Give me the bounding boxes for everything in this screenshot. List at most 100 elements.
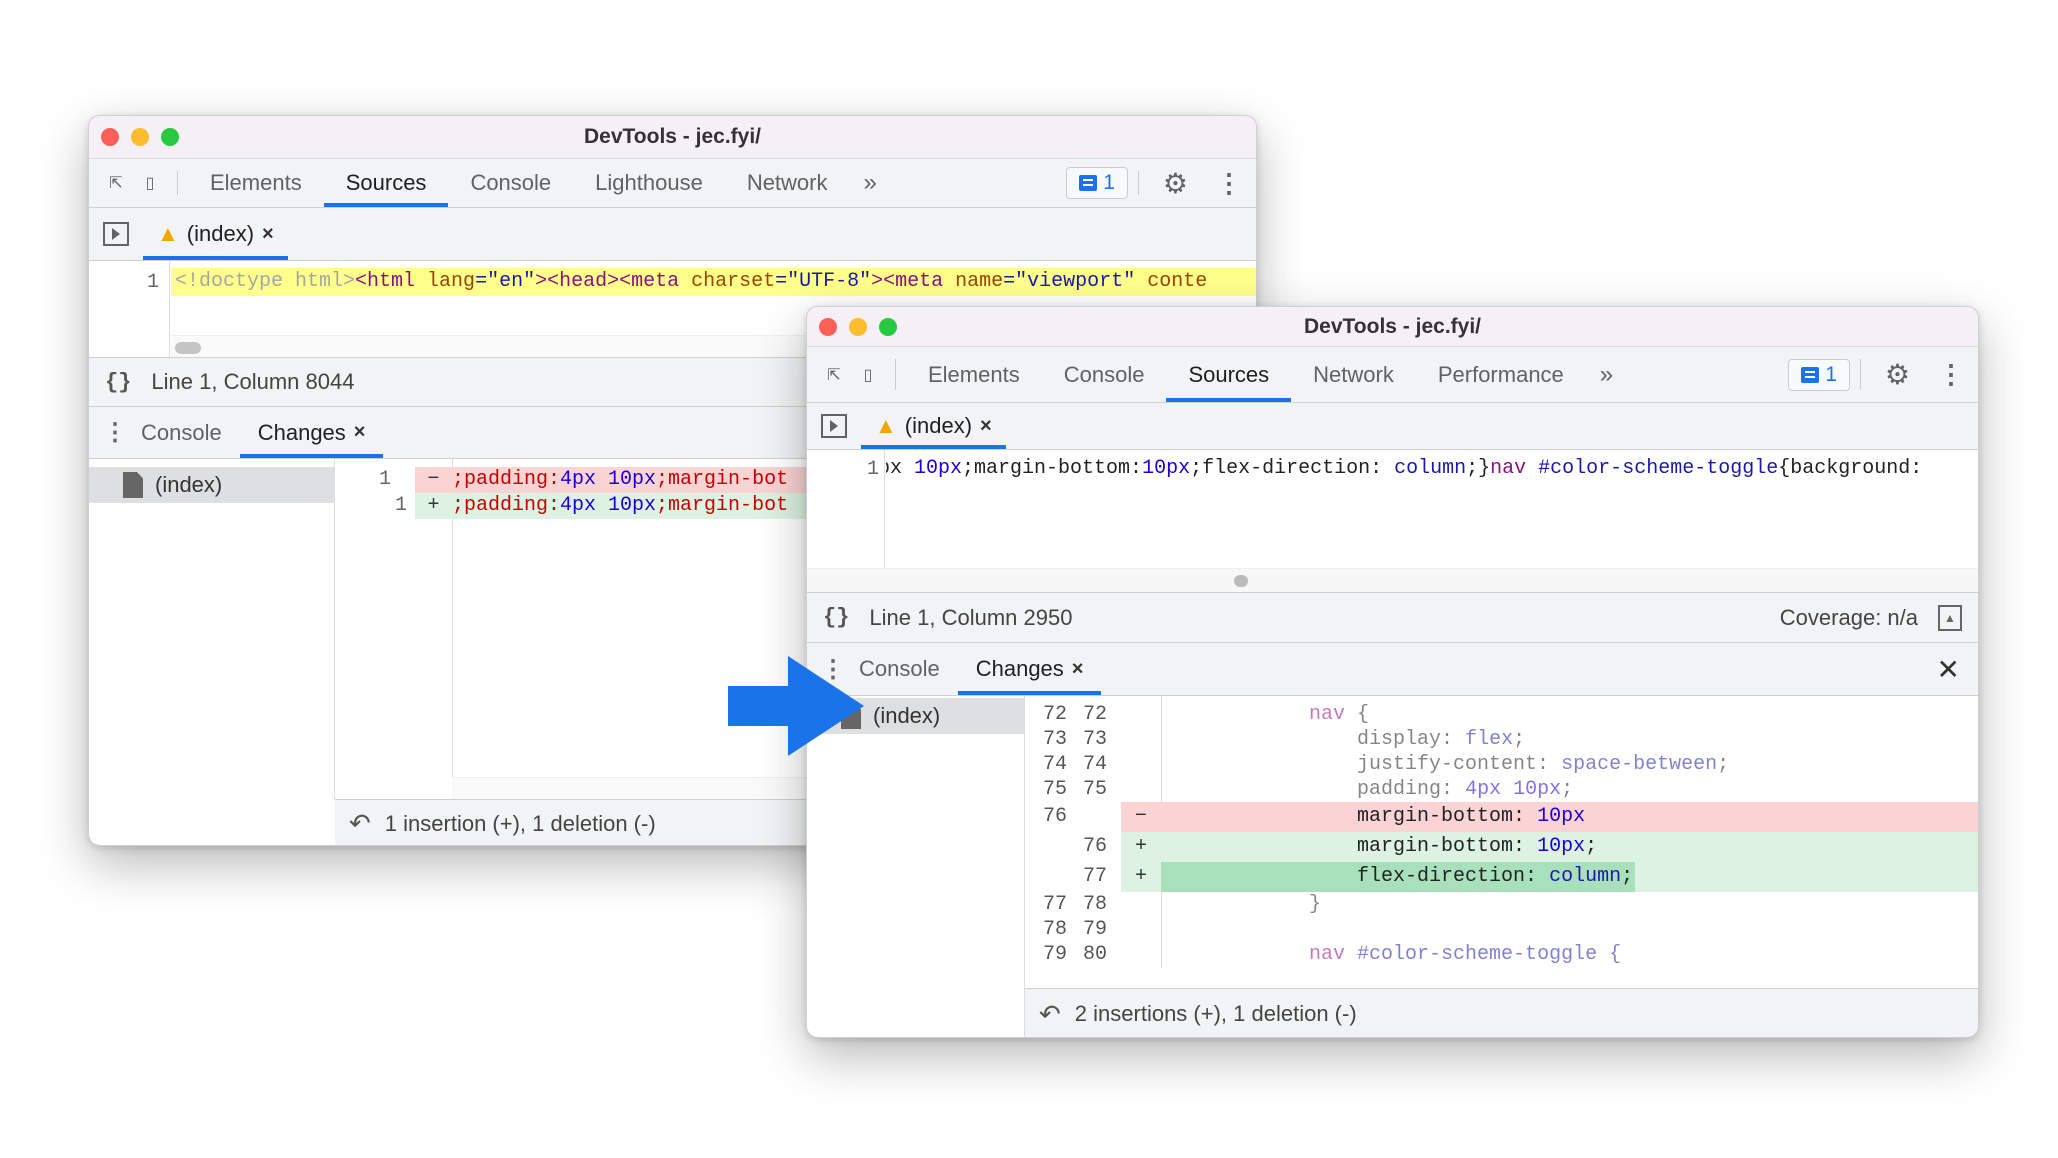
close-icon[interactable]: × <box>1072 658 1084 681</box>
new-line-number: 77 <box>1082 865 1107 888</box>
gear-icon[interactable]: ⚙ <box>1871 347 1924 402</box>
changes-footer: ↶ 2 insertions (+), 1 deletion (-) <box>1025 988 1978 1037</box>
code-token: #color-scheme-toggle { <box>1345 943 1622 966</box>
drawer-tab-label: Changes <box>975 656 1064 681</box>
warning-icon: ▲ <box>157 221 179 246</box>
more-tabs-icon[interactable]: » <box>1586 347 1627 402</box>
kebab-menu-icon[interactable]: ⋮ <box>1924 347 1978 402</box>
tab-network[interactable]: Network <box>1291 347 1416 402</box>
code-token: ;margin-bot <box>656 468 789 491</box>
diff-row: 73 73 display: flex; <box>1025 727 1978 752</box>
new-line-number: 72 <box>1082 703 1107 726</box>
zoom-window-button[interactable] <box>161 128 179 146</box>
undo-icon[interactable]: ↶ <box>1039 999 1061 1030</box>
drawer-tab-console[interactable]: Console <box>123 407 240 458</box>
new-line-number: 78 <box>1082 893 1107 916</box>
gear-icon[interactable]: ⚙ <box>1149 159 1202 207</box>
code-token: lang <box>427 270 476 293</box>
device-toolbar-icon[interactable]: ▯ <box>133 159 167 207</box>
close-icon[interactable]: × <box>980 415 992 438</box>
code-token: flex <box>1465 728 1514 751</box>
code-token: margin-bottom: <box>1165 805 1538 828</box>
drawer-menu-icon[interactable]: ⋮ <box>103 407 127 458</box>
code-token: ><head><meta <box>535 270 692 293</box>
file-tab-label: (index) <box>904 413 973 438</box>
code-token: display: <box>1165 728 1466 751</box>
drawer-tab-changes[interactable]: Changes × <box>239 407 384 458</box>
minimize-window-button[interactable] <box>131 128 149 146</box>
code-token: column <box>1549 865 1622 888</box>
code-token: nav <box>1490 457 1527 480</box>
code-token: nav <box>1165 943 1346 966</box>
code-line: <!doctype html><html lang="en"><head><me… <box>171 268 1256 296</box>
new-line-number: 76 <box>1082 835 1107 858</box>
code-token: 10px <box>914 457 963 480</box>
close-window-button[interactable] <box>819 317 837 336</box>
pretty-print-icon[interactable]: {} <box>823 605 849 630</box>
tab-sources[interactable]: Sources <box>323 159 449 207</box>
drawer-tabs: ⋮ Console Changes × ✕ <box>807 643 1978 696</box>
new-line-number: 74 <box>1082 753 1107 776</box>
tab-performance[interactable]: Performance <box>1416 347 1586 402</box>
horizontal-scrollbar[interactable] <box>807 568 1978 592</box>
file-tab-index[interactable]: ▲ (index) × <box>861 403 1006 449</box>
tab-console[interactable]: Console <box>1042 347 1167 402</box>
close-window-button[interactable] <box>101 128 119 146</box>
tab-network[interactable]: Network <box>725 159 850 207</box>
new-line-number: 75 <box>1082 778 1107 801</box>
navigator-toggle-icon[interactable] <box>821 403 851 449</box>
issues-button[interactable]: 1 <box>1788 358 1850 391</box>
code-token: padding: <box>1165 778 1466 801</box>
diff-row: 78 79 <box>1025 917 1978 942</box>
device-toolbar-icon[interactable]: ▯ <box>851 347 885 402</box>
undo-icon[interactable]: ↶ <box>349 808 371 839</box>
code-token: ;flex-direction: <box>1190 457 1395 480</box>
code-token: ="UTF-8" <box>775 270 872 293</box>
code-token: ><meta <box>871 270 956 293</box>
inspect-icon[interactable]: ⇱ <box>817 347 851 402</box>
tab-elements[interactable]: Elements <box>906 347 1042 402</box>
changes-summary: 2 insertions (+), 1 deletion (-) <box>1074 1001 1357 1026</box>
file-name: (index) <box>155 472 223 497</box>
code-token: ; <box>1561 778 1574 801</box>
inspect-icon[interactable]: ⇱ <box>99 159 133 207</box>
line-number: 1 <box>146 271 159 294</box>
coverage-icon[interactable]: ▲ <box>1938 604 1962 631</box>
code-editor[interactable]: 1 px 10px;margin-bottom:10px;flex-direct… <box>807 450 1978 592</box>
code-token: charset <box>691 270 776 293</box>
changes-sidebar: (index) <box>89 459 335 799</box>
tab-elements[interactable]: Elements <box>188 159 324 207</box>
zoom-window-button[interactable] <box>879 317 897 336</box>
code-line: px 10px;margin-bottom:10px;flex-directio… <box>886 455 1978 483</box>
more-tabs-icon[interactable]: » <box>850 159 891 207</box>
editor-tabs: ▲ (index) × <box>89 208 1256 261</box>
devtools-window-front: DevTools - jec.fyi/ ⇱ ▯ Elements Console… <box>806 306 1979 1038</box>
file-icon <box>123 472 143 498</box>
diff-view[interactable]: 72 72 nav {73 73 display: flex; 74 74 justif… <box>1025 696 1978 988</box>
tab-sources[interactable]: Sources <box>1166 347 1291 402</box>
diff-sign: − <box>1134 805 1147 828</box>
close-icon[interactable]: × <box>262 223 274 246</box>
tab-lighthouse[interactable]: Lighthouse <box>573 159 725 207</box>
drawer-tab-changes[interactable]: Changes × <box>957 643 1102 695</box>
close-icon[interactable]: × <box>354 421 366 444</box>
code-token: {background: <box>1778 457 1923 480</box>
pretty-print-icon[interactable]: {} <box>105 370 131 395</box>
code-token: ; <box>1585 835 1598 858</box>
code-token: 10px <box>1537 835 1586 858</box>
navigator-toggle-icon[interactable] <box>103 208 133 260</box>
issues-button[interactable]: 1 <box>1066 167 1128 199</box>
diff-row: 77 + flex-direction: column; <box>1025 862 1978 892</box>
changes-file-item[interactable]: (index) <box>89 467 334 503</box>
tab-console[interactable]: Console <box>448 159 573 207</box>
file-tab-index[interactable]: ▲ (index) × <box>143 208 288 260</box>
code-token: ;} <box>1466 457 1491 480</box>
minimize-window-button[interactable] <box>849 317 867 336</box>
new-line-number: 79 <box>1082 918 1107 941</box>
code-token: 4px 10px <box>1465 778 1562 801</box>
line-number: 1 <box>866 458 879 481</box>
file-tab-label: (index) <box>186 221 255 246</box>
main-toolbar: ⇱ ▯ Elements Console Sources Network Per… <box>807 347 1978 403</box>
kebab-menu-icon[interactable]: ⋮ <box>1202 159 1256 207</box>
close-drawer-icon[interactable]: ✕ <box>1937 643 1978 695</box>
